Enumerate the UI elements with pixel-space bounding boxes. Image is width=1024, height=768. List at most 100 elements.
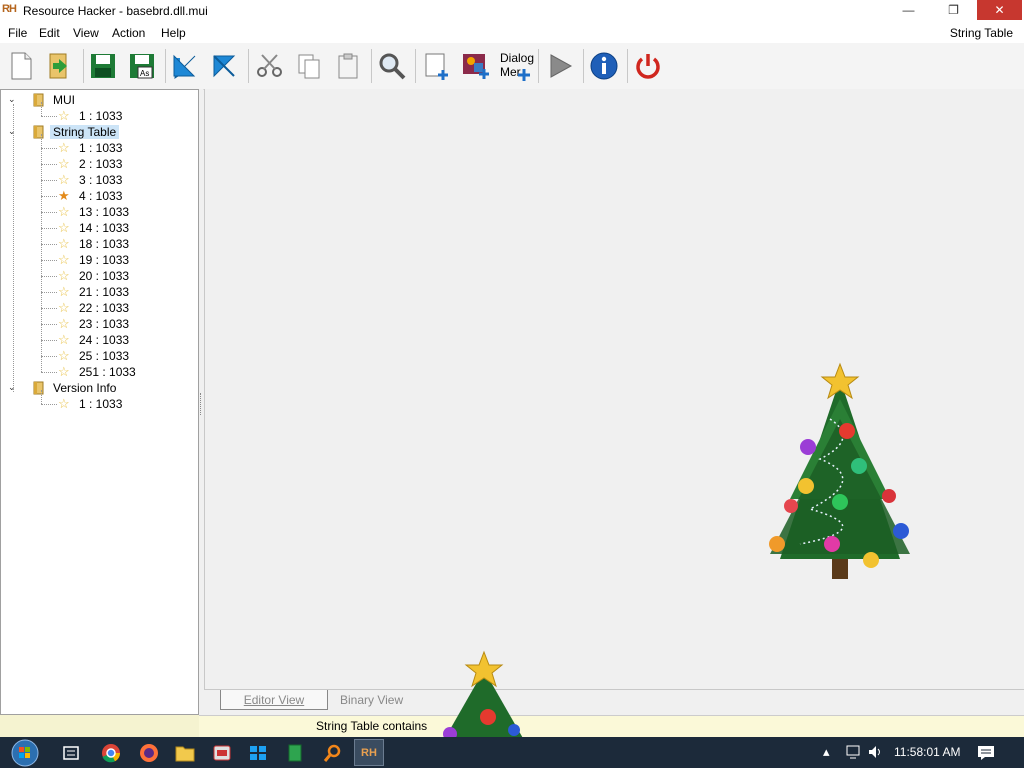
splitter-grip[interactable]: [200, 393, 203, 415]
menu-help[interactable]: Help: [161, 26, 186, 40]
taskbar-clock[interactable]: 11:58:01 AM: [894, 745, 961, 759]
menu-view[interactable]: View: [73, 26, 99, 40]
folder-icon: [32, 381, 46, 395]
tree-item-label[interactable]: 14 : 1033: [79, 221, 129, 235]
tree-item-label[interactable]: 20 : 1033: [79, 269, 129, 283]
add-dialog-menu-button[interactable]: Dialog Mer: [496, 47, 536, 85]
status-text: String Table contains: [316, 719, 428, 733]
network-icon[interactable]: [846, 745, 862, 759]
copy-button[interactable]: [291, 47, 327, 85]
import-button[interactable]: [167, 47, 203, 85]
tree-item-label[interactable]: 1 : 1033: [79, 397, 122, 411]
tab-editor-view[interactable]: Editor View: [220, 690, 328, 710]
taskbar-firefox[interactable]: [134, 739, 164, 766]
find-button[interactable]: [374, 47, 410, 85]
tray-overflow-icon[interactable]: ▴: [823, 744, 830, 760]
folder-icon: [175, 746, 195, 761]
add-image-resource-button[interactable]: [458, 47, 494, 85]
taskbar-search-app[interactable]: [318, 739, 348, 766]
volume-icon[interactable]: [868, 745, 884, 759]
tree-group-label[interactable]: MUI: [53, 93, 75, 107]
tree-item-label[interactable]: 24 : 1033: [79, 333, 129, 347]
star-icon: ★: [58, 188, 70, 203]
dialog-menu-line1: Dialog: [500, 51, 535, 65]
editor-area[interactable]: [204, 89, 1024, 689]
tree-item-label[interactable]: 13 : 1033: [79, 205, 129, 219]
taskbar-chrome[interactable]: [96, 739, 126, 766]
toolbar-separator: [83, 49, 84, 83]
about-button[interactable]: [586, 47, 622, 85]
tree-item-label[interactable]: 23 : 1033: [79, 317, 129, 331]
scissors-icon: [257, 54, 282, 77]
close-button[interactable]: ✕: [977, 0, 1022, 20]
export-button[interactable]: [206, 47, 242, 85]
compile-button[interactable]: [542, 47, 578, 85]
toolbar-separator: [415, 49, 416, 83]
folder-icon: [32, 93, 46, 107]
task-view-button[interactable]: [56, 739, 86, 766]
notification-icon[interactable]: [977, 745, 995, 761]
tree-connector: [41, 260, 57, 261]
exit-button[interactable]: [630, 47, 666, 85]
tree-item-label[interactable]: 4 : 1033: [79, 189, 122, 203]
task-view-icon: [63, 745, 79, 760]
tree-group-label[interactable]: String Table: [50, 125, 120, 139]
tree-item-label[interactable]: 19 : 1033: [79, 253, 129, 267]
star-icon: ☆: [58, 108, 70, 123]
tree-item-label[interactable]: 21 : 1033: [79, 285, 129, 299]
open-button[interactable]: [42, 47, 78, 85]
title-bar: RH Resource Hacker - basebrd.dll.mui — ❐…: [0, 0, 1024, 22]
new-button[interactable]: [3, 47, 39, 85]
tree-item-label[interactable]: 22 : 1033: [79, 301, 129, 315]
taskbar-resource-hacker[interactable]: RH: [354, 739, 384, 766]
tree-item-label[interactable]: 18 : 1033: [79, 237, 129, 251]
tree-connector: [41, 244, 57, 245]
minimize-button[interactable]: —: [887, 0, 930, 20]
firefox-icon: [140, 743, 158, 762]
toolbar: As Dialog Mer: [0, 43, 1024, 90]
cut-button[interactable]: [252, 47, 288, 85]
taskbar-file-explorer[interactable]: [170, 739, 200, 766]
tree-item-label[interactable]: 3 : 1033: [79, 173, 122, 187]
save-as-button[interactable]: As: [124, 47, 160, 85]
save-as-icon: As: [130, 54, 154, 79]
tree-item-label[interactable]: 2 : 1033: [79, 157, 122, 171]
tree-connector: [41, 372, 57, 373]
close-icon: ✕: [994, 3, 1005, 17]
star-icon: ☆: [58, 204, 70, 219]
app-icon: RH: [2, 3, 17, 15]
tree-connector: [41, 196, 57, 197]
tree-item-label[interactable]: 25 : 1033: [79, 349, 129, 363]
resource-tree[interactable]: ⌄ MUI ☆ 1 : 1033 ⌄ String Table ☆ 1 : 1033 ☆ 2 : …: [0, 89, 199, 715]
tree-connector: [41, 390, 42, 404]
star-icon: ☆: [58, 348, 70, 363]
taskbar-notepad[interactable]: [280, 739, 310, 766]
menu-action[interactable]: Action: [112, 26, 145, 40]
tree-item-label[interactable]: 251 : 1033: [79, 365, 136, 379]
resource-hacker-icon: RH: [361, 746, 377, 759]
maximize-button[interactable]: ❐: [932, 0, 975, 20]
tree-group-label[interactable]: Version Info: [53, 381, 116, 395]
tree-expander[interactable]: ⌄: [8, 95, 17, 104]
tree-connector: [41, 164, 57, 165]
save-button[interactable]: [85, 47, 121, 85]
tree-item-label[interactable]: 1 : 1033: [79, 141, 122, 155]
taskbar-store[interactable]: [243, 739, 273, 766]
add-image-icon: [463, 54, 489, 79]
add-blank-resource-icon: [425, 53, 448, 80]
tree-item-label[interactable]: 1 : 1033: [79, 109, 122, 123]
paste-icon: [338, 53, 358, 79]
add-resource-button[interactable]: [419, 47, 455, 85]
star-icon: ☆: [58, 236, 70, 251]
tab-binary-view[interactable]: Binary View: [340, 693, 403, 707]
start-button[interactable]: [5, 737, 45, 768]
taskbar-app-red[interactable]: [207, 739, 237, 766]
arrow-down-left-icon: [173, 54, 196, 80]
menu-file[interactable]: File: [8, 26, 27, 40]
star-icon: ☆: [58, 284, 70, 299]
tree-connector: [41, 116, 57, 117]
menu-edit[interactable]: Edit: [39, 26, 60, 40]
tree-connector: [41, 228, 57, 229]
paste-button[interactable]: [330, 47, 366, 85]
green-doc-icon: [288, 744, 302, 761]
